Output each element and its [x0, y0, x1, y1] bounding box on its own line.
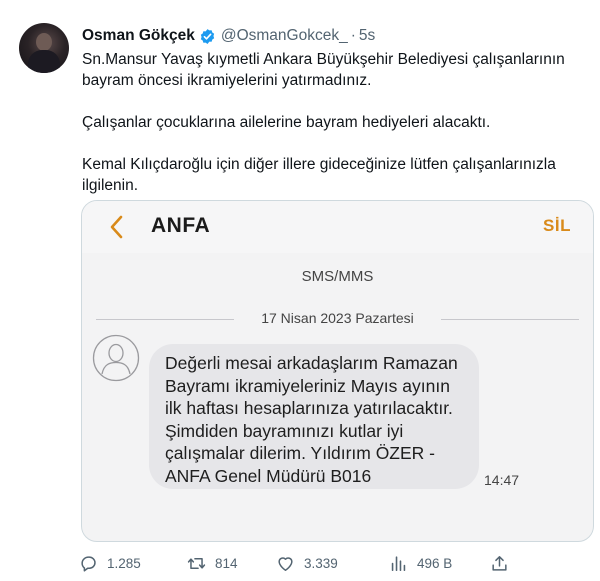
share-button[interactable]: [490, 548, 518, 578]
back-arrow-icon: [110, 215, 123, 239]
sms-message-bubble: Değerli mesai arkadaşlarım Ramazan Bayra…: [149, 344, 479, 489]
tweet-paragraph: Çalışanlar çocuklarına ailelerine bayram…: [82, 114, 491, 131]
tweet-header: Osman Gökçek @OsmanGokcek_ · 5s: [82, 25, 375, 47]
sms-header: ANFA SİL: [82, 201, 593, 253]
contact-avatar-icon: [92, 334, 140, 382]
retweet-icon: [187, 557, 206, 569]
avatar-body: [28, 50, 60, 73]
retweet-count: 814: [215, 555, 238, 571]
share-icon: [492, 555, 507, 571]
sms-message-line: ilk haftası hesaplarınıza yatırılacaktır…: [165, 398, 453, 418]
header-separator: ·: [350, 27, 356, 44]
tweet: Osman Gökçek @OsmanGokcek_ · 5s Sn.Mansu…: [0, 0, 600, 581]
sms-message-type: SMS/MMS: [301, 268, 374, 285]
reply-button[interactable]: 1.285: [79, 548, 141, 578]
like-button[interactable]: 3.339: [276, 548, 338, 578]
author-handle[interactable]: @OsmanGokcek_: [221, 27, 348, 45]
reply-count: 1.285: [107, 555, 141, 571]
sms-message-line: ANFA Genel Müdürü B016: [165, 465, 372, 486]
tweet-actions: 1.285 814 3.339 496 B: [0, 548, 600, 578]
tweet-media-image[interactable]: ANFA SİL SMS/MMS 17 Nisan 2023 Pazartesi…: [81, 200, 594, 542]
avatar[interactable]: [19, 23, 69, 73]
author-name[interactable]: Osman Gökçek: [82, 27, 195, 45]
tweet-paragraph: Sn.Mansur Yavaş kıymetli Ankara Büyükşeh…: [82, 51, 565, 89]
retweet-button[interactable]: 814: [187, 548, 238, 578]
sms-date-divider: 17 Nisan 2023 Pazartesi: [96, 308, 579, 330]
tweet-paragraph: Kemal Kılıçdaroğlu için diğer illere gid…: [82, 156, 556, 194]
tweet-text: Sn.Mansur Yavaş kıymetli Ankara Büyükşeh…: [82, 49, 582, 196]
views-icon: [391, 555, 406, 571]
tweet-timestamp[interactable]: 5s: [359, 27, 375, 45]
sms-sender: ANFA: [151, 214, 211, 237]
verified-badge-icon: [200, 28, 215, 44]
sms-message-time: 14:47: [484, 472, 520, 488]
reply-icon: [81, 555, 96, 572]
like-count: 3.339: [304, 555, 338, 571]
sms-date: 17 Nisan 2023 Pazartesi: [261, 310, 414, 326]
sms-message-line: Değerli mesai arkadaşlarım Ramazan: [165, 353, 458, 373]
sms-message-line: Şimdiden bayramınızı kutlar iyi: [165, 420, 404, 441]
views-button[interactable]: 496 B: [389, 548, 452, 578]
avatar-head: [36, 33, 52, 51]
sms-delete-label: SİL: [543, 216, 571, 235]
sms-message-line: Bayramı ikramiyeleriniz Mayıs ayının: [165, 375, 450, 396]
heart-icon: [278, 556, 293, 571]
views-count: 496 B: [417, 555, 453, 571]
sms-message-line: çalışmalar dilerim. Yıldırım ÖZER -: [165, 443, 435, 463]
